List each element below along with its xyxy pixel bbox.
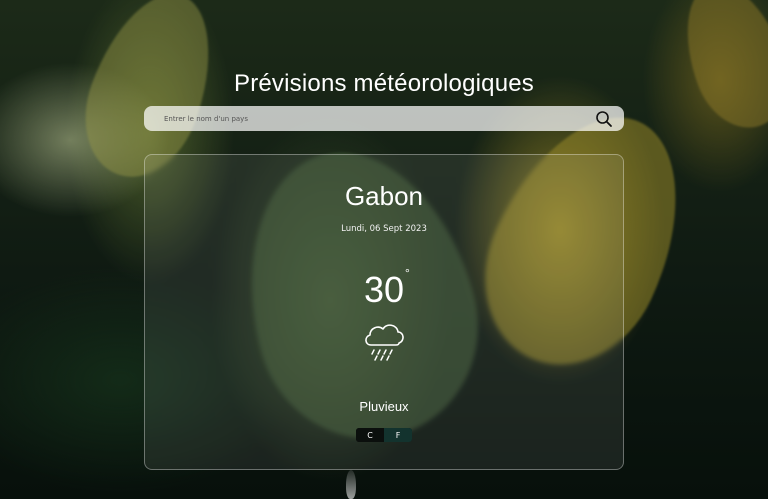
search-button[interactable] bbox=[594, 109, 614, 129]
fahrenheit-button[interactable]: F bbox=[384, 428, 412, 442]
temperature-value: 30 bbox=[363, 269, 405, 310]
weather-condition: Pluvieux bbox=[359, 399, 409, 414]
degree-symbol: ° bbox=[405, 266, 410, 280]
search-icon bbox=[596, 110, 612, 127]
rain-cloud-icon bbox=[361, 319, 407, 363]
unit-toggle: C F bbox=[356, 428, 412, 442]
water-drop bbox=[346, 470, 356, 499]
date-label: Lundi, 06 Sept 2023 bbox=[341, 224, 427, 234]
weather-card: Gabon Lundi, 06 Sept 2023 30 ° Pluvieux C… bbox=[144, 154, 624, 470]
celsius-button[interactable]: C bbox=[356, 428, 384, 442]
temperature-display: 30 ° bbox=[145, 266, 623, 311]
search-bar bbox=[144, 106, 624, 131]
country-name: Gabon bbox=[344, 181, 424, 211]
page-title: Prévisions météorologiques bbox=[233, 70, 535, 98]
search-input[interactable] bbox=[162, 113, 594, 124]
